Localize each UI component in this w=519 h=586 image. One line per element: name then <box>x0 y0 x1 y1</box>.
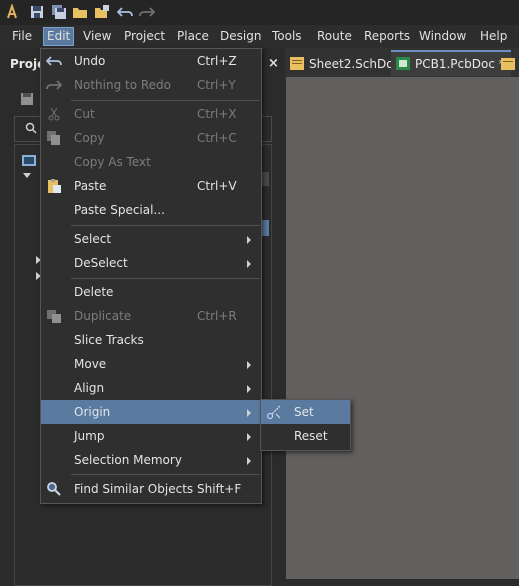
menu-item-deselect[interactable]: DeSelect <box>41 251 261 275</box>
set-origin-icon <box>267 405 281 419</box>
scissors-icon <box>48 107 60 121</box>
menu-item-duplicate: Duplicate Ctrl+R <box>41 304 261 328</box>
menu-design[interactable]: Design <box>220 29 261 43</box>
pcb-canvas[interactable] <box>286 77 519 579</box>
title-bar <box>0 0 519 25</box>
save-icon[interactable] <box>29 4 45 20</box>
submenu-arrow-icon <box>247 361 251 369</box>
menu-item-select[interactable]: Select <box>41 227 261 251</box>
redo-icon[interactable] <box>139 4 155 20</box>
tab-label: PCB1.PcbDoc * <box>415 57 505 71</box>
panel-close-button[interactable]: × <box>268 56 279 71</box>
menu-item-find-similar[interactable]: Find Similar Objects Shift+F <box>41 477 261 501</box>
menu-item-paste-special[interactable]: Paste Special... <box>41 198 261 222</box>
undo-icon[interactable] <box>117 4 133 20</box>
menu-item-redo: Nothing to Redo Ctrl+Y <box>41 73 261 97</box>
tab-label: Sheet2.SchDoc <box>309 57 401 71</box>
origin-submenu: Set Reset <box>260 399 351 451</box>
paste-icon <box>48 179 61 193</box>
tab-pcb1-pcbdoc[interactable]: PCB1.PcbDoc * <box>391 50 511 76</box>
menu-item-selection-memory[interactable]: Selection Memory <box>41 448 261 472</box>
menu-edit[interactable]: Edit <box>42 27 75 46</box>
app-logo-icon <box>7 4 17 19</box>
menu-item-origin[interactable]: Origin <box>41 400 261 424</box>
pcb-doc-icon <box>396 57 410 70</box>
panel-scroll-element[interactable] <box>262 172 269 186</box>
panel-selected-element[interactable] <box>262 220 269 236</box>
menu-item-reset-origin[interactable]: Reset <box>261 424 350 448</box>
menu-project[interactable]: Project <box>124 29 165 43</box>
menu-item-jump[interactable]: Jump <box>41 424 261 448</box>
open-icon[interactable] <box>72 4 88 20</box>
menu-item-copy: Copy Ctrl+C <box>41 126 261 150</box>
menu-item-copy-as-text: Copy As Text <box>74 155 151 169</box>
submenu-arrow-icon <box>247 385 251 393</box>
menu-window[interactable]: Window <box>419 29 466 43</box>
menu-view[interactable]: View <box>83 29 111 43</box>
workspace-icon <box>22 155 36 166</box>
redo-icon <box>46 80 62 90</box>
menu-item-align[interactable]: Align <box>41 376 261 400</box>
save-all-icon[interactable] <box>51 4 67 20</box>
menu-help[interactable]: Help <box>480 29 507 43</box>
menu-separator <box>71 225 260 226</box>
find-icon <box>47 482 61 496</box>
submenu-arrow-icon <box>247 260 251 268</box>
menu-item-undo[interactable]: Undo Ctrl+Z <box>41 49 261 73</box>
menu-separator <box>71 100 260 101</box>
menu-item-paste[interactable]: Paste Ctrl+V <box>41 174 261 198</box>
edit-menu: Undo Ctrl+Z Nothing to Redo Ctrl+Y Cut C… <box>40 48 262 504</box>
schematic-doc-icon <box>290 57 304 70</box>
menu-bar: File Edit View Project Place Design Tool… <box>0 25 519 48</box>
menu-item-slice-tracks[interactable]: Slice Tracks <box>41 328 261 352</box>
search-icon <box>25 122 37 134</box>
menu-reports[interactable]: Reports <box>364 29 410 43</box>
undo-icon <box>46 56 62 66</box>
next-tab-icon[interactable] <box>501 58 515 70</box>
menu-item-cut: Cut Ctrl+X <box>41 102 261 126</box>
submenu-arrow-icon <box>247 409 251 417</box>
menu-item-set-origin[interactable]: Set <box>261 400 350 424</box>
menu-file[interactable]: File <box>12 29 32 43</box>
submenu-arrow-icon <box>247 433 251 441</box>
submenu-arrow-icon <box>247 457 251 465</box>
menu-separator <box>71 474 260 475</box>
document-tabs: Sheet2.SchDoc PCB1.PcbDoc * <box>285 48 519 77</box>
menu-place[interactable]: Place <box>177 29 209 43</box>
tree-expand-arrow[interactable] <box>23 173 31 178</box>
copy-icon <box>47 131 60 145</box>
menu-item-move[interactable]: Move <box>41 352 261 376</box>
panel-save-icon[interactable] <box>20 92 34 106</box>
tab-sheet2-schdoc[interactable]: Sheet2.SchDoc <box>285 52 406 76</box>
menu-tools[interactable]: Tools <box>272 29 302 43</box>
menu-route[interactable]: Route <box>317 29 352 43</box>
duplicate-icon <box>47 310 61 323</box>
menu-separator <box>71 278 260 279</box>
open-project-icon[interactable] <box>94 4 110 20</box>
menu-item-delete[interactable]: Delete <box>41 280 261 304</box>
submenu-arrow-icon <box>247 236 251 244</box>
